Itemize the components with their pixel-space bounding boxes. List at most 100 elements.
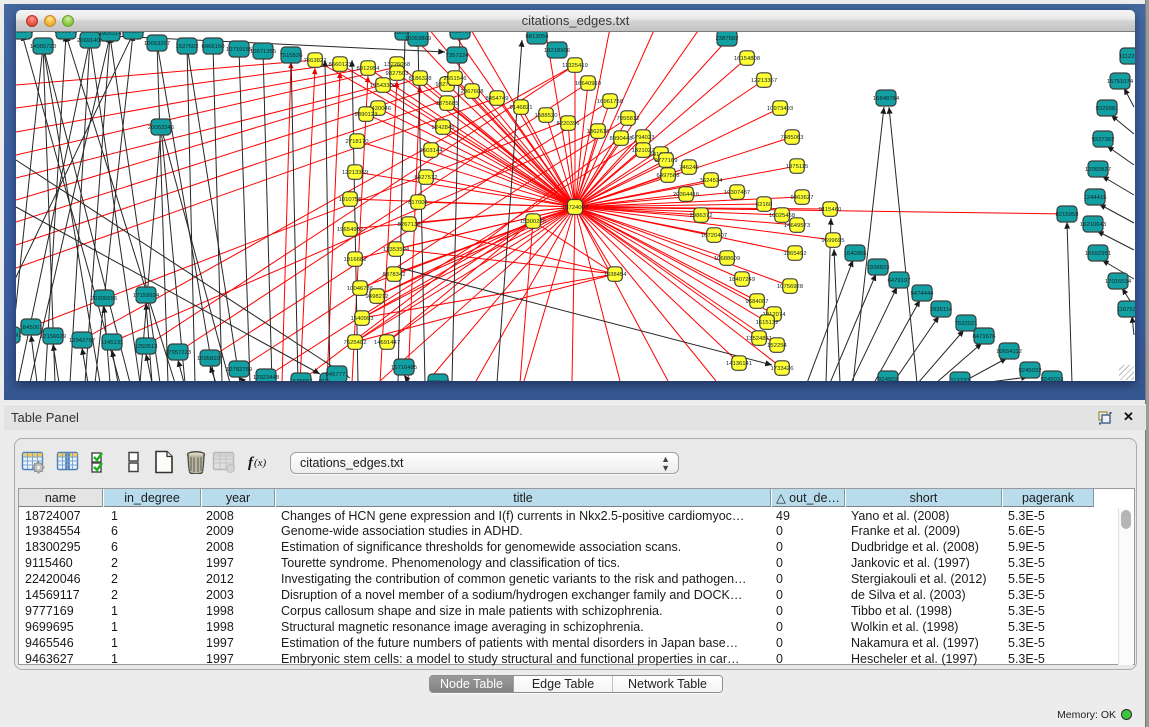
svg-text:14691447: 14691447 [374,340,400,346]
svg-text:6966160: 6966160 [202,44,226,50]
svg-text:2603144: 2603144 [420,148,444,154]
svg-text:12156629: 12156629 [40,334,66,340]
svg-text:1733426: 1733426 [771,366,795,372]
svg-text:20053346: 20053346 [148,125,175,131]
svg-text:18724007: 18724007 [562,205,588,211]
svg-text:6497568: 6497568 [657,173,681,179]
svg-text:1625557: 1625557 [290,379,313,381]
svg-text:1527602: 1527602 [176,44,199,50]
svg-text:1905314: 1905314 [99,32,123,37]
svg-text:1975115: 1975115 [786,164,809,170]
svg-text:16961758: 16961758 [597,99,624,105]
svg-text:7632021: 7632021 [955,321,978,327]
svg-text:10782759: 10782759 [226,367,252,373]
svg-text:1938823: 1938823 [867,265,891,271]
svg-text:9327503: 9327503 [386,71,410,77]
svg-text:1935721: 1935721 [449,32,472,35]
svg-text:10671355: 10671355 [250,49,277,55]
svg-text:7357224: 7357224 [446,53,470,59]
svg-text:19218906: 19218906 [544,48,571,54]
svg-text:6479197: 6479197 [888,278,911,284]
svg-text:14649573: 14649573 [784,223,811,229]
svg-text:12213369: 12213369 [342,170,368,176]
svg-text:6794023: 6794023 [632,135,656,141]
svg-text:1405572: 1405572 [16,32,33,35]
svg-text:9890123: 9890123 [355,112,379,118]
svg-text:16154808: 16154808 [734,56,761,62]
svg-text:9115460: 9115460 [819,207,842,213]
svg-text:17016534: 17016534 [1105,279,1132,285]
svg-text:9146821: 9146821 [510,105,533,111]
svg-text:10720407: 10720407 [701,233,727,239]
svg-text:8878342: 8878342 [383,272,406,278]
svg-text:8454749: 8454749 [486,96,509,102]
svg-text:9699695: 9699695 [822,238,846,244]
svg-text:152254: 152254 [767,343,787,349]
svg-text:1167531: 1167531 [1117,307,1135,313]
svg-text:1845061: 1845061 [20,325,43,331]
svg-text:10688609: 10688609 [714,256,740,262]
svg-text:9463627: 9463627 [791,195,814,201]
svg-text:8912954: 8912954 [357,66,381,72]
svg-text:10543302: 10543302 [370,83,396,89]
svg-text:9498212: 9498212 [366,294,389,300]
svg-text:11325419: 11325419 [562,63,588,69]
svg-text:12353594: 12353594 [383,247,410,253]
svg-text:3913541: 3913541 [16,333,21,339]
svg-text:1540993: 1540993 [351,316,375,322]
svg-text:9242845: 9242845 [432,125,456,131]
svg-text:12942757: 12942757 [69,338,95,344]
svg-text:9329981: 9329981 [1096,106,1119,112]
svg-text:1365492: 1365492 [784,251,807,257]
svg-text:1938454: 1938454 [604,272,628,278]
svg-text:8471676: 8471676 [973,334,997,340]
svg-text:(x): (x) [254,457,267,469]
svg-text:7515526: 7515526 [280,53,304,59]
svg-text:9777169: 9777169 [655,158,678,164]
svg-text:15300275: 15300275 [520,219,547,225]
svg-text:10958107: 10958107 [197,356,223,362]
svg-text:20206556: 20206556 [91,296,118,302]
svg-text:9457771: 9457771 [326,372,349,378]
svg-text:2986372: 2986372 [690,213,713,219]
svg-text:10756928: 10756928 [777,284,804,290]
svg-text:14136141: 14136141 [726,361,752,367]
svg-text:12093827: 12093827 [1085,167,1111,173]
svg-text:13524851: 13524851 [746,336,772,342]
svg-text:9245033: 9245033 [1041,377,1065,381]
svg-text:1588520: 1588520 [535,113,559,119]
svg-text:9474444: 9474444 [911,291,935,297]
svg-text:112233: 112233 [950,378,970,381]
svg-text:924503: 924503 [878,377,898,381]
svg-text:8660123: 8660123 [329,62,353,68]
svg-text:10653267: 10653267 [144,41,170,47]
svg-text:8267130: 8267130 [398,222,422,228]
svg-text:1640955: 1640955 [844,251,868,257]
svg-text:1250513: 1250513 [135,344,159,350]
svg-text:8813054: 8813054 [526,34,550,40]
svg-text:17159924: 17159924 [133,293,160,299]
svg-text:2069140: 2069140 [55,32,79,35]
svg-text:9227382: 9227382 [1092,137,1115,143]
svg-text:7625402: 7625402 [344,340,367,346]
svg-text:817006: 817006 [408,200,428,206]
svg-text:8427512: 8427512 [415,175,438,181]
svg-text:8186328: 8186328 [409,76,433,82]
svg-text:10973493: 10973493 [767,106,794,112]
svg-text:3624534: 3624534 [700,178,724,184]
svg-text:7485063: 7485063 [781,135,805,141]
svg-text:16210643: 16210643 [1080,222,1107,228]
svg-text:15692951: 15692951 [1085,251,1111,257]
svg-text:7955812: 7955812 [617,116,640,122]
svg-text:16640910: 16640910 [575,81,602,87]
svg-text:1065326: 1065326 [122,32,146,35]
svg-text:1615132: 1615132 [756,320,779,326]
svg-text:10654112: 10654112 [996,349,1022,355]
svg-text:9684007: 9684007 [746,299,769,305]
svg-text:14055723: 14055723 [30,44,57,50]
svg-text:17957223: 17957223 [165,350,192,356]
svg-text:2718170: 2718170 [346,139,370,145]
svg-text:2967608: 2967608 [461,89,485,95]
svg-text:15751074: 15751074 [1107,79,1134,85]
svg-text:1916682: 1916682 [344,257,367,263]
